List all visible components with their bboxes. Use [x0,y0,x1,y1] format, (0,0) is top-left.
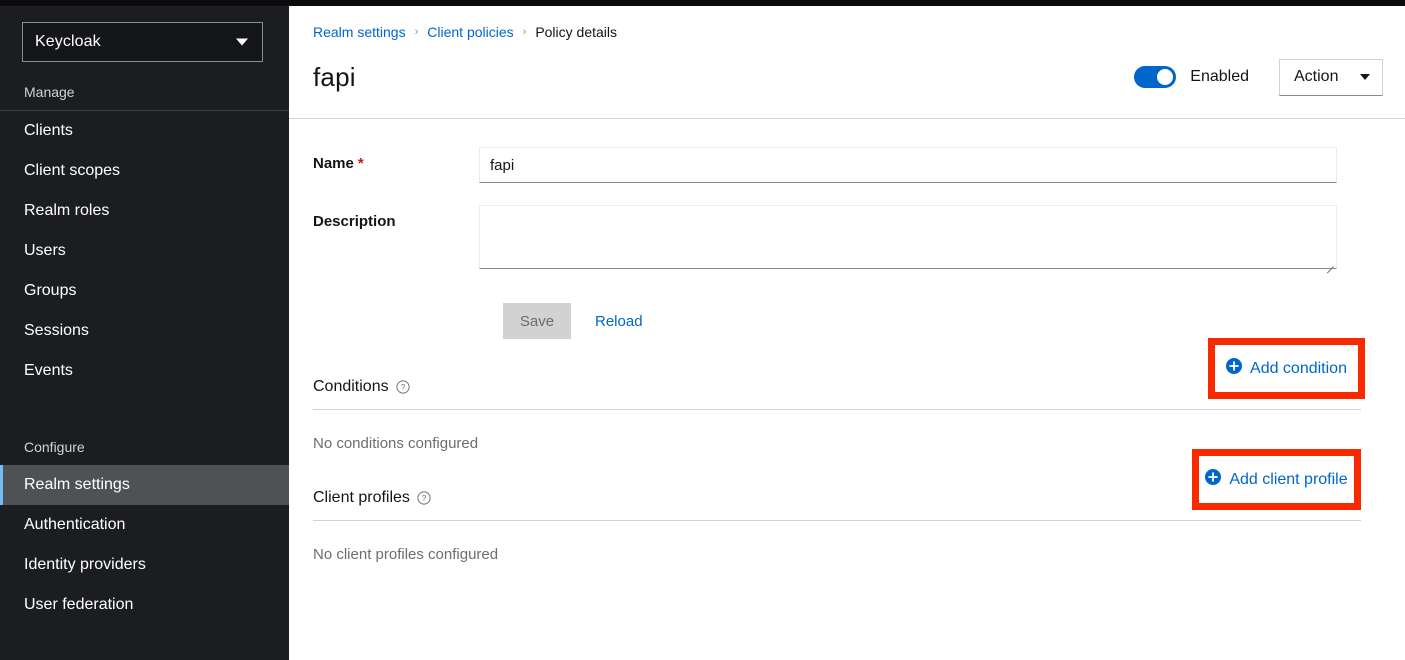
sidebar-item-label: Events [24,362,73,380]
plus-circle-icon [1205,469,1221,490]
sidebar-item-sessions[interactable]: Sessions [0,311,289,351]
sidebar-item-users[interactable]: Users [0,231,289,271]
sidebar-item-user-federation[interactable]: User federation [0,585,289,625]
client-profiles-section-header: Client profiles ? [313,476,1361,520]
sidebar-item-label: Users [24,242,66,260]
description-field-label: Description [313,205,479,230]
sidebar-item-client-scopes[interactable]: Client scopes [0,151,289,191]
conditions-section: Conditions ? [289,365,1405,452]
resize-handle-icon[interactable] [1326,259,1334,267]
sidebar-item-clients[interactable]: Clients [0,111,289,151]
toggle-knob [1157,69,1173,85]
add-condition-highlight: Add condition [1208,338,1365,399]
sidebar-item-label: Authentication [24,516,125,534]
sidebar-item-authentication[interactable]: Authentication [0,505,289,545]
help-circle-icon[interactable]: ? [417,491,431,505]
sidebar-item-label: Client scopes [24,162,120,180]
name-input[interactable] [479,147,1337,183]
sidebar-item-realm-roles[interactable]: Realm roles [0,191,289,231]
conditions-empty-state: No conditions configured [313,410,1405,452]
nav-group-title-configure: Configure [0,431,289,465]
caret-down-icon [1360,74,1370,80]
plus-circle-icon [1226,358,1242,379]
action-dropdown-button[interactable]: Action [1279,59,1383,96]
sidebar-item-label: Realm settings [24,476,130,494]
sidebar-item-label: User federation [24,596,133,614]
nav-group-spacer [0,391,289,431]
name-label-text: Name [313,155,354,172]
keycloak-admin-console: Keycloak Manage Clients Client scopes Re… [0,0,1405,660]
enabled-toggle[interactable] [1134,66,1176,88]
reload-button[interactable]: Reload [581,303,657,339]
conditions-section-header: Conditions ? [313,365,1361,409]
sidebar-item-realm-settings[interactable]: Realm settings [0,465,289,505]
realm-selector-value: Keycloak [35,33,101,51]
header-divider [289,118,1405,119]
realm-selector-wrap: Keycloak [0,6,289,76]
client-profiles-empty-state: No client profiles configured [313,521,1405,563]
page-header-actions: Enabled Action [1134,59,1383,96]
primary-sidebar: Keycloak Manage Clients Client scopes Re… [0,6,289,660]
sidebar-item-label: Realm roles [24,202,109,220]
enabled-toggle-label: Enabled [1190,68,1249,86]
page-header: fapi Enabled Action [289,40,1405,102]
svg-text:?: ? [400,383,405,392]
client-profiles-title: Client profiles ? [313,489,431,507]
add-client-profile-label: Add client profile [1229,471,1347,489]
conditions-title-text: Conditions [313,378,389,396]
sidebar-item-label: Identity providers [24,556,146,574]
sidebar-item-label: Groups [24,282,76,300]
add-condition-button[interactable]: Add condition [1226,358,1347,379]
breadcrumb-item-client-policies[interactable]: Client policies [427,24,513,40]
add-client-profile-highlight: Add client profile [1192,449,1361,510]
breadcrumb-item-policy-details: Policy details [535,24,617,40]
breadcrumb-separator-icon: › [523,26,527,38]
breadcrumb-item-realm-settings[interactable]: Realm settings [313,24,406,40]
sidebar-item-identity-providers[interactable]: Identity providers [0,545,289,585]
add-client-profile-button[interactable]: Add client profile [1205,469,1347,490]
name-field-label: Name* [313,147,479,172]
description-textarea[interactable] [479,205,1337,269]
realm-selector[interactable]: Keycloak [22,22,263,62]
main-content: Realm settings › Client policies › Polic… [289,6,1405,660]
conditions-title: Conditions ? [313,378,410,396]
sidebar-item-label: Clients [24,122,73,140]
action-dropdown-label: Action [1294,68,1338,86]
client-profiles-section: Client profiles ? [289,476,1405,563]
required-indicator: * [358,155,364,172]
chevron-down-icon [236,39,248,46]
svg-text:?: ? [422,494,427,503]
form-row-description: Description [313,205,1405,269]
sidebar-item-label: Sessions [24,322,89,340]
client-profiles-title-text: Client profiles [313,489,410,507]
form-row-name: Name* [313,147,1405,183]
form-actions: Save Reload [313,303,1405,339]
save-button[interactable]: Save [503,303,571,339]
breadcrumb-separator-icon: › [415,26,419,38]
breadcrumb: Realm settings › Client policies › Polic… [289,6,1405,40]
sidebar-item-groups[interactable]: Groups [0,271,289,311]
help-circle-icon[interactable]: ? [396,380,410,394]
nav-group-title-manage: Manage [0,76,289,110]
add-condition-label: Add condition [1250,360,1347,378]
page-title: fapi [313,62,356,93]
policy-form: Name* Description Save Reload [289,102,1405,339]
sidebar-item-events[interactable]: Events [0,351,289,391]
